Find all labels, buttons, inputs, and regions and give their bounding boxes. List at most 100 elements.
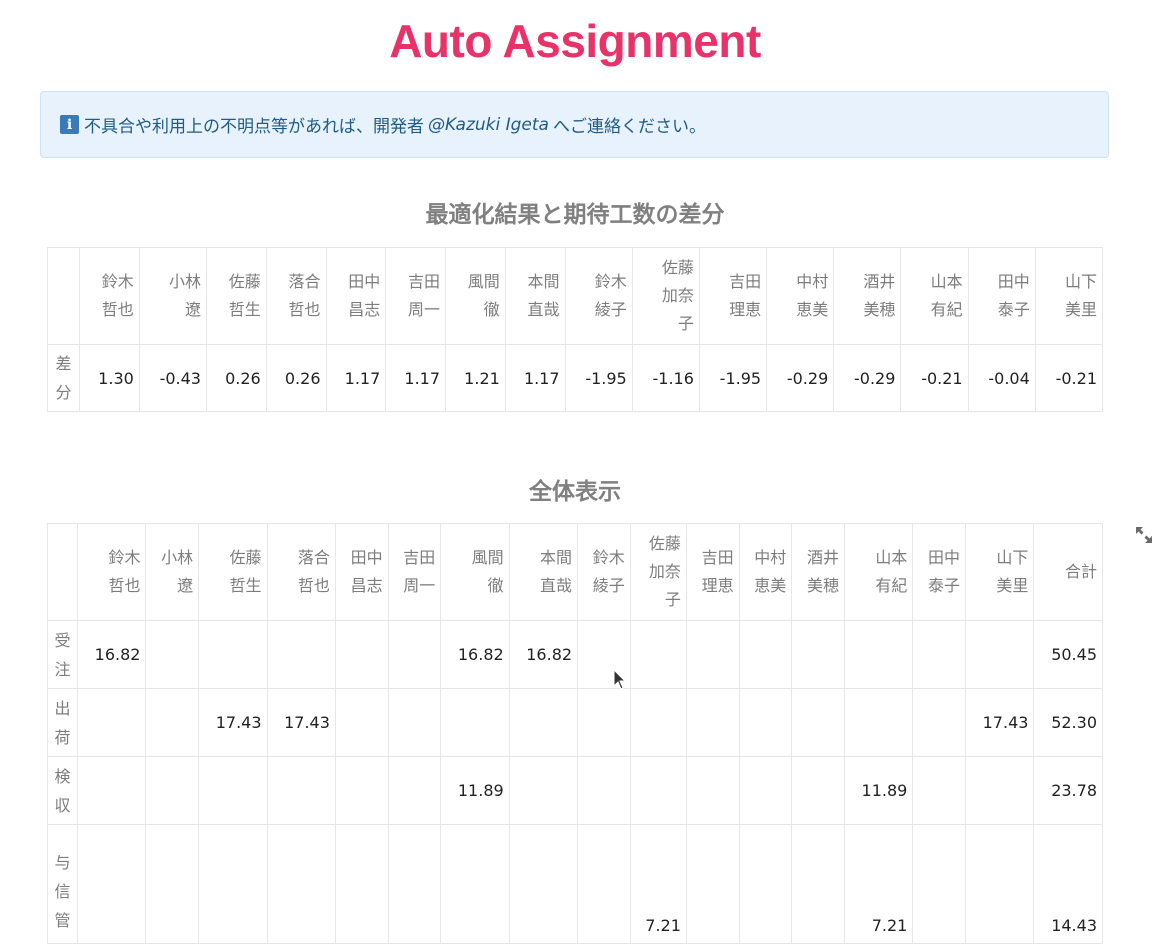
table-cell[interactable] [738, 688, 793, 757]
table-cell[interactable] [912, 688, 967, 757]
column-header[interactable]: 吉田周一 [387, 523, 442, 621]
table-cell[interactable]: 0.26 [265, 344, 327, 412]
column-header[interactable]: 田中昌志 [334, 523, 389, 621]
column-header[interactable]: 鈴木綾子 [564, 247, 633, 345]
column-header[interactable]: 酒井美穂 [791, 523, 845, 621]
table-cell[interactable] [145, 824, 200, 944]
column-header[interactable]: 落合哲也 [265, 247, 327, 345]
table-cell[interactable]: 1.17 [504, 344, 566, 412]
table-cell[interactable] [685, 756, 740, 825]
table-cell[interactable]: -1.95 [698, 344, 768, 412]
table-cell[interactable] [912, 620, 967, 689]
column-header[interactable]: 落合哲也 [266, 523, 336, 621]
table-cell[interactable] [685, 824, 740, 944]
table-cell[interactable]: -0.21 [900, 344, 969, 412]
table-cell[interactable] [145, 756, 200, 825]
table-cell[interactable] [440, 824, 510, 944]
table-cell[interactable]: -1.16 [631, 344, 700, 412]
table-cell[interactable] [266, 620, 336, 689]
table-cell[interactable] [577, 688, 631, 757]
table-cell[interactable] [334, 688, 389, 757]
table-cell[interactable] [738, 620, 793, 689]
table-cell[interactable] [685, 620, 740, 689]
table-cell[interactable]: 1.21 [445, 344, 506, 412]
table-cell[interactable] [791, 688, 845, 757]
table-cell[interactable]: 0.26 [205, 344, 267, 412]
table-cell[interactable] [387, 620, 442, 689]
table-cell[interactable] [629, 756, 687, 825]
table-cell[interactable] [508, 824, 579, 944]
table-cell[interactable]: -0.29 [833, 344, 902, 412]
table-cell[interactable]: 11.89 [440, 756, 510, 825]
table-cell[interactable]: 52.30 [1033, 688, 1103, 757]
table-cell[interactable] [266, 824, 336, 944]
table-cell[interactable] [965, 824, 1035, 944]
column-header[interactable]: 吉田理恵 [685, 523, 740, 621]
column-header[interactable]: 風間徹 [445, 247, 506, 345]
table-cell[interactable]: 7.21 [843, 824, 914, 944]
table-cell[interactable] [685, 688, 740, 757]
table-cell[interactable]: 17.43 [198, 688, 268, 757]
column-header[interactable]: 田中泰子 [967, 247, 1036, 345]
table-cell[interactable] [629, 620, 687, 689]
table-cell[interactable] [791, 756, 845, 825]
column-header[interactable]: 鈴木哲也 [77, 523, 147, 621]
table-cell[interactable] [77, 688, 147, 757]
column-header[interactable]: 山下美里 [1034, 247, 1104, 345]
table-cell[interactable] [387, 756, 442, 825]
column-header[interactable]: 佐藤加奈子 [631, 247, 700, 345]
column-header[interactable]: 鈴木哲也 [79, 247, 140, 345]
table-cell[interactable] [145, 688, 200, 757]
table-cell[interactable] [843, 688, 914, 757]
table-cell[interactable]: 23.78 [1033, 756, 1103, 825]
table-cell[interactable] [334, 824, 389, 944]
column-header[interactable]: 合計 [1033, 523, 1103, 621]
column-header[interactable]: 佐藤哲生 [198, 523, 268, 621]
table-cell[interactable]: 1.30 [79, 344, 140, 412]
expand-icon[interactable] [1133, 524, 1155, 546]
table-cell[interactable]: 17.43 [965, 688, 1035, 757]
column-header[interactable]: 佐藤加奈子 [629, 523, 687, 621]
table-cell[interactable]: 16.82 [440, 620, 510, 689]
column-header[interactable]: 吉田周一 [385, 247, 447, 345]
column-header[interactable]: 中村恵美 [766, 247, 835, 345]
table-cell[interactable] [440, 688, 510, 757]
table-cell[interactable]: 16.82 [508, 620, 579, 689]
table-cell[interactable] [198, 620, 268, 689]
table-cell[interactable] [145, 620, 200, 689]
table-cell[interactable] [77, 756, 147, 825]
table-cell[interactable]: 14.43 [1033, 824, 1103, 944]
column-header[interactable]: 山下美里 [965, 523, 1035, 621]
table-cell[interactable]: 50.45 [1033, 620, 1103, 689]
table-cell[interactable] [738, 756, 793, 825]
column-header[interactable]: 山本有紀 [843, 523, 914, 621]
table-cell[interactable]: -0.21 [1034, 344, 1104, 412]
table-cell[interactable] [577, 824, 631, 944]
table-cell[interactable]: -0.43 [138, 344, 207, 412]
table-cell[interactable] [198, 824, 268, 944]
table-cell[interactable] [791, 620, 845, 689]
table-cell[interactable] [266, 756, 336, 825]
column-header[interactable]: 小林遼 [145, 523, 200, 621]
table-cell[interactable]: 16.82 [77, 620, 147, 689]
table-cell[interactable]: 1.17 [385, 344, 447, 412]
column-header[interactable]: 鈴木綾子 [577, 523, 631, 621]
column-header[interactable]: 酒井美穂 [833, 247, 902, 345]
column-header[interactable]: 風間徹 [440, 523, 510, 621]
table-cell[interactable] [334, 756, 389, 825]
table-cell[interactable]: -1.95 [564, 344, 633, 412]
table-cell[interactable] [387, 824, 442, 944]
column-header[interactable]: 田中泰子 [912, 523, 967, 621]
column-header[interactable]: 山本有紀 [900, 247, 969, 345]
table-cell[interactable] [198, 756, 268, 825]
table-cell[interactable] [965, 756, 1035, 825]
table-cell[interactable] [387, 688, 442, 757]
column-header[interactable]: 田中昌志 [325, 247, 387, 345]
column-header[interactable]: 中村恵美 [738, 523, 793, 621]
table-cell[interactable]: 7.21 [629, 824, 687, 944]
column-header[interactable]: 本間直哉 [504, 247, 566, 345]
table-cell[interactable]: -0.04 [967, 344, 1036, 412]
table-cell[interactable] [629, 688, 687, 757]
table-cell[interactable]: -0.29 [766, 344, 835, 412]
column-header[interactable]: 佐藤哲生 [205, 247, 267, 345]
